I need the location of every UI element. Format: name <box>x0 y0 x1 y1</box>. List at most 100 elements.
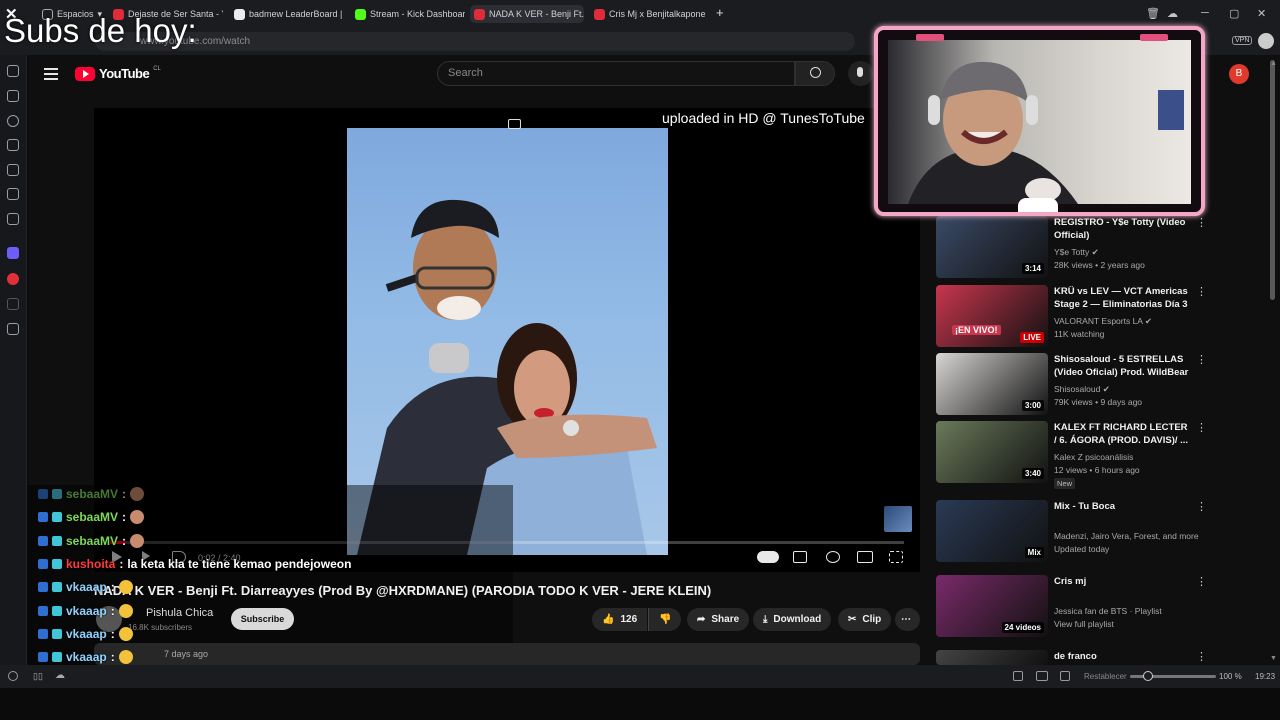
downloads-icon[interactable] <box>7 90 19 102</box>
description-box[interactable]: 7 days ago <box>94 643 920 665</box>
picture-in-picture-icon[interactable] <box>508 119 521 129</box>
recommendation-thumbnail[interactable]: 3:00 <box>936 353 1048 415</box>
recommendation-thumbnail[interactable] <box>936 650 1048 665</box>
minimize-button[interactable]: ─ <box>1201 7 1209 19</box>
youtube-favicon-icon <box>474 8 485 20</box>
recommendation-item[interactable]: Mix Mix - Tu Boca Madenzi, Jairo Vera, For… <box>936 500 1208 562</box>
trash-icon[interactable]: 🗑 <box>1146 7 1160 20</box>
end-screen-thumbnail[interactable] <box>884 506 912 532</box>
fullscreen-icon[interactable] <box>889 551 903 563</box>
more-options-icon[interactable]: ⋮ <box>1196 650 1207 663</box>
more-options-icon[interactable]: ⋮ <box>1196 216 1207 229</box>
more-options-icon[interactable]: ⋮ <box>1196 353 1207 366</box>
duration-badge: Mix <box>1024 547 1044 558</box>
search-input[interactable]: Search <box>437 61 795 86</box>
voice-search-button[interactable] <box>848 61 873 86</box>
sync-cloud-icon[interactable]: ☁ <box>55 670 65 681</box>
more-options-icon[interactable]: ⋮ <box>1196 575 1207 588</box>
vpn-badge[interactable]: VPN <box>1232 36 1253 45</box>
dislike-button[interactable]: 👎 <box>648 608 682 631</box>
tab-kick-dashboard[interactable]: Stream - Kick Dashboard <box>355 5 465 23</box>
recommendation-item[interactable]: 3:40 KALEX FT RICHARD LECTER / 6. ÁGORA (… <box>936 421 1208 489</box>
capture-icon[interactable] <box>1013 671 1023 681</box>
youtube-play-icon <box>75 66 95 81</box>
tab-cris-mj[interactable]: Cris Mj x Benjitalkapone - Y <box>594 5 706 23</box>
scroll-down-icon[interactable]: ▼ <box>1270 655 1277 662</box>
download-button[interactable]: ⤓ Download <box>753 608 832 631</box>
chat-username: vkaaap <box>66 580 107 595</box>
reading-list-icon[interactable] <box>7 188 19 200</box>
chat-message: kushoita: la keta kla te tiene kemao pend… <box>38 554 351 574</box>
subscriber-badge-icon <box>52 535 62 546</box>
recommendation-item[interactable]: LIVE ¡EN VIVO! KRÜ vs LEV — VCT Americas S… <box>936 285 1208 347</box>
bookmarks-icon[interactable] <box>7 65 19 77</box>
recommendation-title[interactable]: de franco <box>1054 650 1190 663</box>
recommendation-item[interactable]: 24 videos Cris mj Jessica fan de BTS · Pla… <box>936 575 1208 637</box>
recommendation-title[interactable]: KALEX FT RICHARD LECTER / 6. ÁGORA (PROD… <box>1054 421 1190 447</box>
chat-username: vkaaap <box>66 650 107 665</box>
recommendation-title[interactable]: REGISTRO - Y$e Totty (Video Official) <box>1054 216 1190 242</box>
recommendation-item[interactable]: de franco ⋮ <box>936 650 1208 665</box>
theater-mode-icon[interactable] <box>857 551 873 563</box>
like-button[interactable]: 👍 126 <box>592 608 648 631</box>
youtube-logo[interactable]: YouTube CL <box>75 66 161 81</box>
emote-icon <box>118 603 133 618</box>
tab-badmew-leaderboard[interactable]: badmew LeaderBoard | The <box>234 5 344 23</box>
recommendation-thumbnail[interactable]: 3:40 <box>936 421 1048 483</box>
subtitles-icon[interactable] <box>793 551 807 563</box>
recommendation-item[interactable]: 3:00 Shisosaloud - 5 ESTRELLAS (Video Ofi… <box>936 353 1208 415</box>
recommendation-title[interactable]: KRÜ vs LEV — VCT Americas Stage 2 — Elim… <box>1054 285 1190 311</box>
recommendation-title[interactable]: Mix - Tu Boca <box>1054 500 1190 513</box>
recommendation-thumbnail[interactable]: Mix <box>936 500 1048 562</box>
account-avatar[interactable]: B <box>1229 64 1249 84</box>
recommendation-thumbnail[interactable]: LIVE ¡EN VIVO! <box>936 285 1048 347</box>
profile-icon[interactable] <box>1258 33 1274 49</box>
scrollbar[interactable] <box>1270 60 1275 300</box>
reset-zoom-button[interactable]: Restablecer <box>1084 672 1127 681</box>
history-icon[interactable] <box>7 115 19 127</box>
chat-message: sebaaMV: <box>38 507 145 527</box>
notes-icon[interactable] <box>7 139 19 151</box>
badge-icon <box>38 652 48 663</box>
autoplay-toggle[interactable] <box>757 551 779 563</box>
more-options-icon[interactable]: ⋮ <box>1196 285 1207 298</box>
webcam-overlay <box>874 26 1205 216</box>
translate-icon[interactable] <box>7 164 19 176</box>
chat-username: vkaaap <box>66 603 107 618</box>
search-button[interactable] <box>795 61 835 86</box>
wikipedia-icon[interactable] <box>7 298 19 310</box>
recommendation-title[interactable]: Shisosaloud - 5 ESTRELLAS (Video Oficial… <box>1054 353 1190 379</box>
zoom-slider-handle[interactable] <box>1143 671 1153 681</box>
tiling-icon[interactable]: ▯▯ <box>33 671 43 682</box>
chat-username: kushoita <box>66 556 116 571</box>
recommendation-title[interactable]: Cris mj <box>1054 575 1190 588</box>
recommendation-thumbnail[interactable]: 24 videos <box>936 575 1048 637</box>
settings-icon[interactable] <box>8 671 18 681</box>
settings-gear-icon[interactable] <box>826 551 840 563</box>
new-tab-button[interactable]: + <box>716 5 724 20</box>
clip-label: Clip <box>862 614 882 625</box>
channel-name[interactable]: Pishula Chica <box>146 607 213 619</box>
tab-nada-k-ver-active[interactable]: NADA K VER - Benji Ft. Dia <box>470 5 584 23</box>
recommendation-item[interactable]: 3:14 REGISTRO - Y$e Totty (Video Official… <box>936 216 1208 278</box>
recommendation-thumbnail[interactable]: 3:14 <box>936 216 1048 278</box>
close-window-button[interactable]: ✕ <box>1257 7 1266 20</box>
subscriber-badge-icon <box>52 652 62 663</box>
page-actions-icon[interactable] <box>1060 671 1070 681</box>
more-options-icon[interactable]: ⋮ <box>1196 500 1207 513</box>
clip-button[interactable]: ✂ Clip <box>838 608 892 631</box>
maximize-button[interactable]: ▢ <box>1229 7 1239 20</box>
tile-icon[interactable] <box>1036 671 1048 681</box>
cloud-icon[interactable]: ☁ <box>1167 7 1178 20</box>
panel-icon[interactable] <box>7 213 19 225</box>
share-button[interactable]: ➦ Share <box>687 608 750 631</box>
more-actions-button[interactable]: ⋯ <box>895 608 920 631</box>
url-field[interactable]: www.youtube.com/watch <box>95 32 855 51</box>
mastodon-icon[interactable] <box>7 247 19 259</box>
tab-label: Stream - Kick Dashboard <box>370 9 465 19</box>
add-panel-icon[interactable] <box>7 323 19 335</box>
more-options-icon[interactable]: ⋮ <box>1196 421 1207 434</box>
vivaldi-icon[interactable] <box>7 273 19 285</box>
subscribe-button[interactable]: Subscribe <box>231 608 294 630</box>
scroll-up-icon[interactable]: ▲ <box>1270 60 1277 67</box>
